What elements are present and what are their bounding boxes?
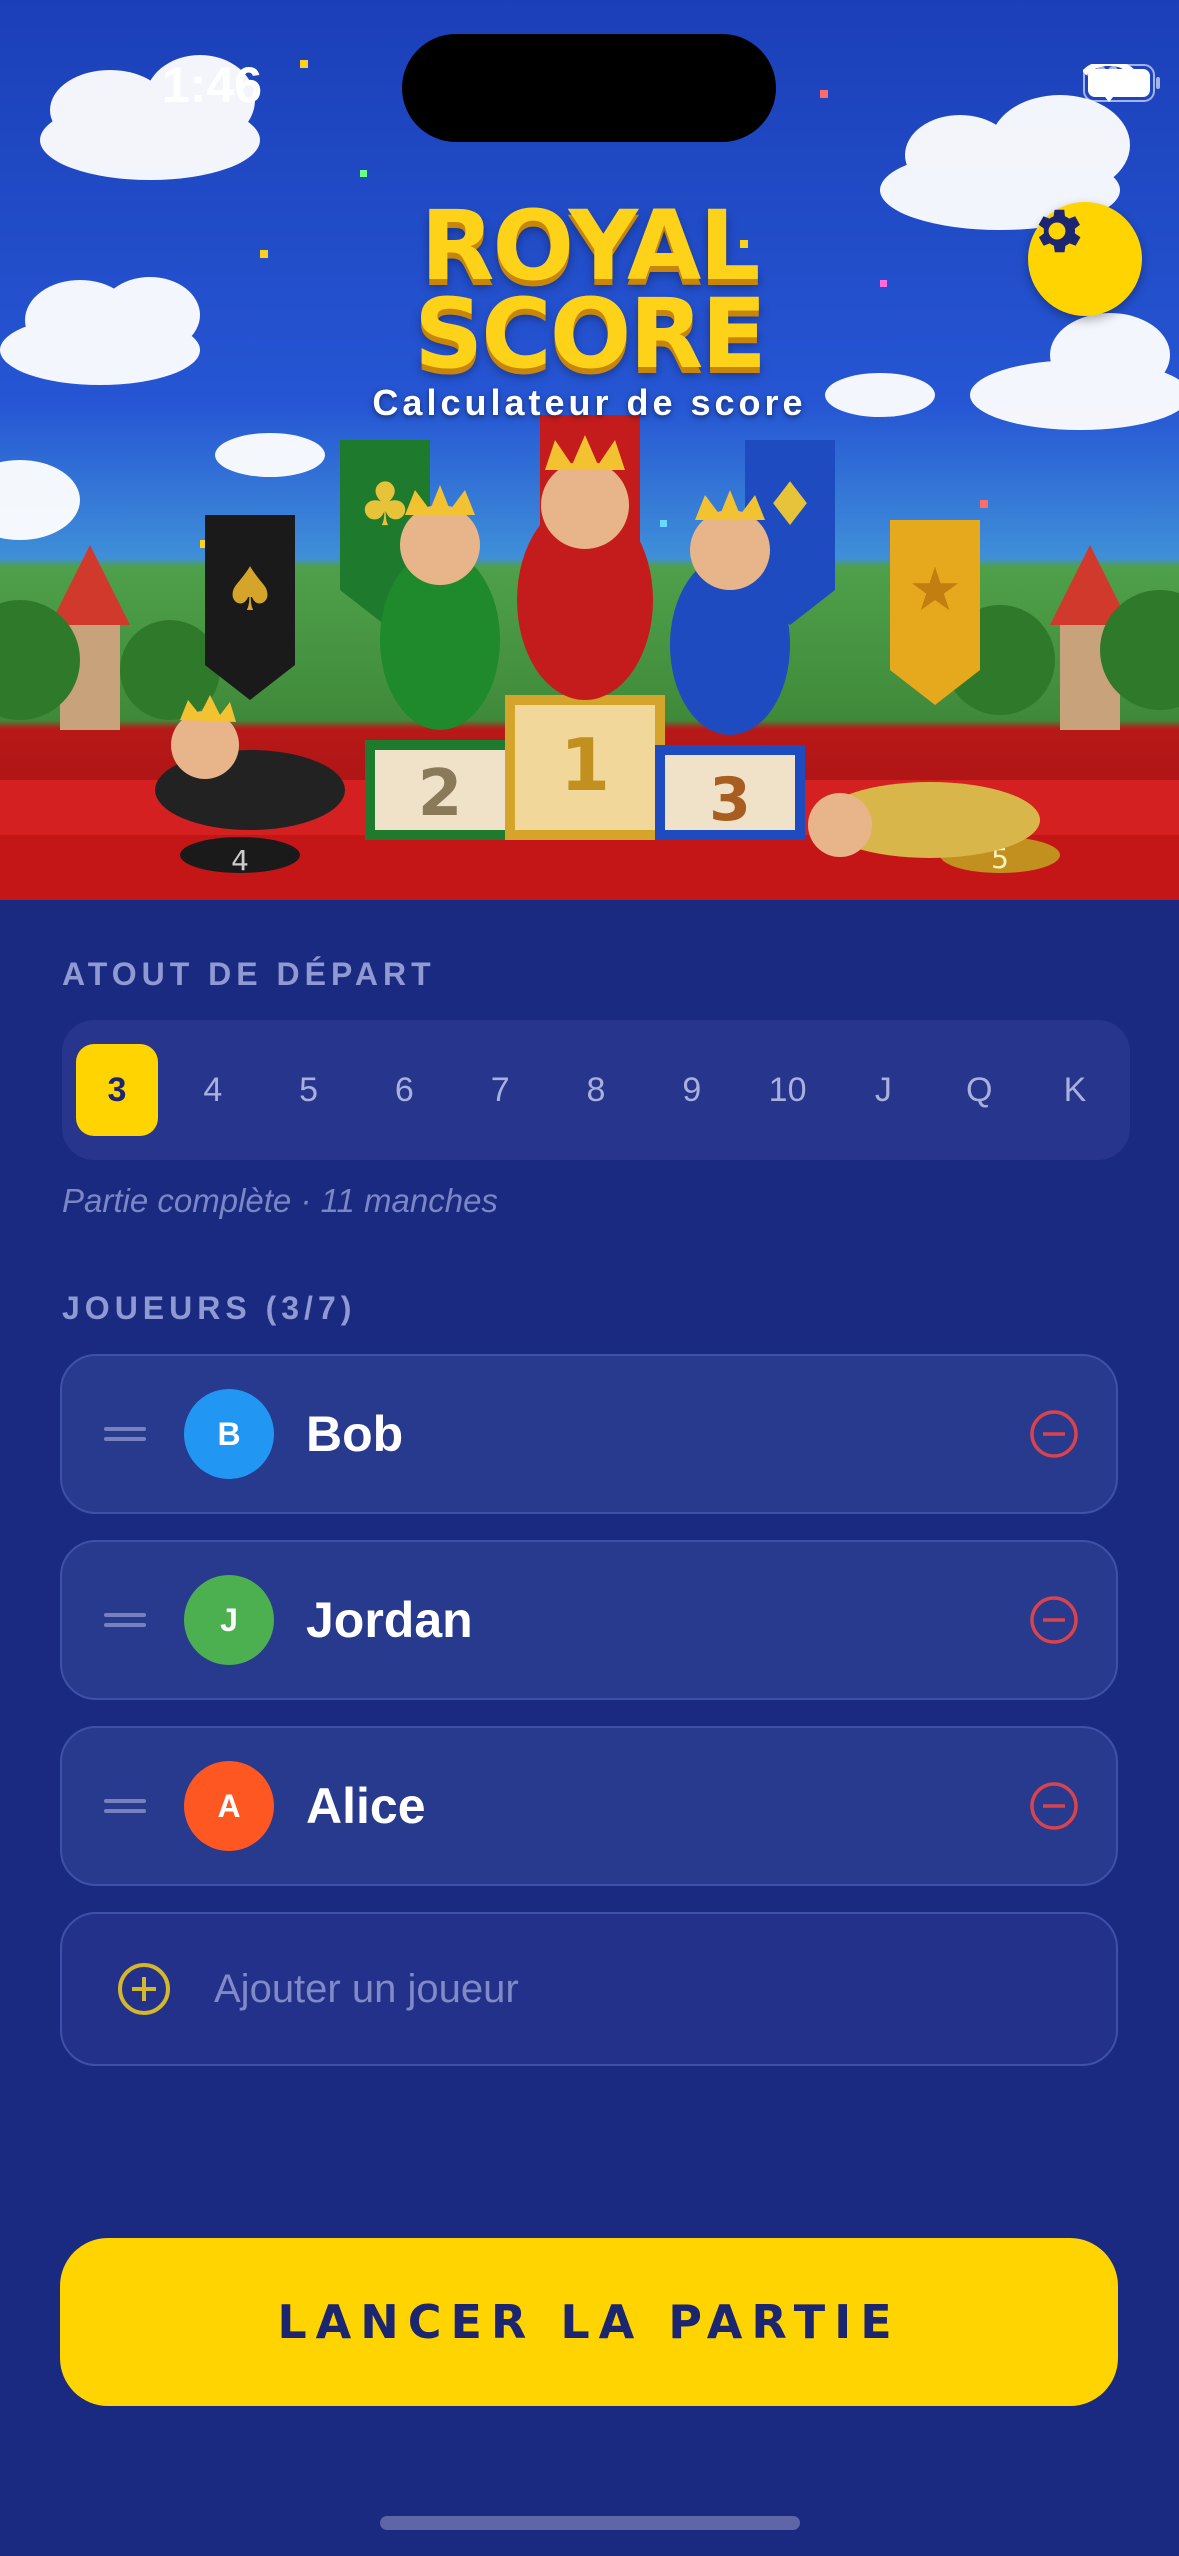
player-row[interactable]: A Alice [60,1726,1118,1886]
dynamic-island [402,34,776,142]
player-name: Jordan [306,1592,473,1648]
player-name: Alice [306,1778,426,1834]
add-player-label: Ajouter un joueur [214,1966,519,2011]
trump-option-6[interactable]: 6 [363,1044,445,1136]
drag-handle-icon[interactable] [104,1613,146,1627]
trump-option-k[interactable]: K [1034,1044,1116,1136]
remove-player-icon[interactable] [1028,1594,1080,1646]
players-section-label: JOUEURS (3/7) [62,1290,357,1326]
svg-text:2: 2 [418,757,463,831]
trump-option-j[interactable]: J [842,1044,924,1136]
app-subtitle: Calculateur de score [372,382,807,423]
gear-icon [1038,209,1081,253]
player-name: Bob [306,1406,404,1462]
trump-option-10[interactable]: 10 [747,1044,829,1136]
battery-icon [1083,64,1160,102]
svg-text:4: 4 [231,844,249,877]
home-indicator[interactable] [380,2516,800,2530]
player-avatar: A [184,1761,274,1851]
player-row[interactable]: B Bob [60,1354,1118,1514]
hero-banner: ♠ ♣ ♦ ★ 2 1 3 4 5 1:46 ROYAL SCORE Calcu… [0,0,1179,900]
svg-text:♠: ♠ [223,555,277,625]
trump-option-7[interactable]: 7 [459,1044,541,1136]
remove-player-icon[interactable] [1028,1780,1080,1832]
trump-option-5[interactable]: 5 [268,1044,350,1136]
player-avatar: J [184,1575,274,1665]
drag-handle-icon[interactable] [104,1799,146,1813]
trump-option-4[interactable]: 4 [172,1044,254,1136]
svg-text:3: 3 [709,765,751,835]
trump-selector: 3 4 5 6 7 8 9 10 J Q K [62,1020,1130,1160]
trump-option-9[interactable]: 9 [651,1044,733,1136]
game-length-hint: Partie complète · 11 manches [62,1182,498,1219]
add-player-button[interactable]: Ajouter un joueur [60,1912,1118,2066]
remove-player-icon[interactable] [1028,1408,1080,1460]
trump-section-label: ATOUT DE DÉPART [62,956,436,992]
app-title-line2: SCORE [414,278,767,390]
player-avatar: B [184,1389,274,1479]
status-time: 1:46 [162,57,263,113]
player-row[interactable]: J Jordan [60,1540,1118,1700]
settings-button[interactable] [1028,202,1142,316]
drag-handle-icon[interactable] [104,1427,146,1441]
start-game-button[interactable]: LANCER LA PARTIE [60,2238,1118,2406]
plus-circle-icon [118,1963,170,2015]
svg-text:1: 1 [560,723,610,807]
svg-text:♦: ♦ [763,470,817,540]
trump-option-3[interactable]: 3 [76,1044,158,1136]
trump-option-q[interactable]: Q [938,1044,1020,1136]
trump-option-8[interactable]: 8 [555,1044,637,1136]
svg-text:★: ★ [908,555,962,625]
